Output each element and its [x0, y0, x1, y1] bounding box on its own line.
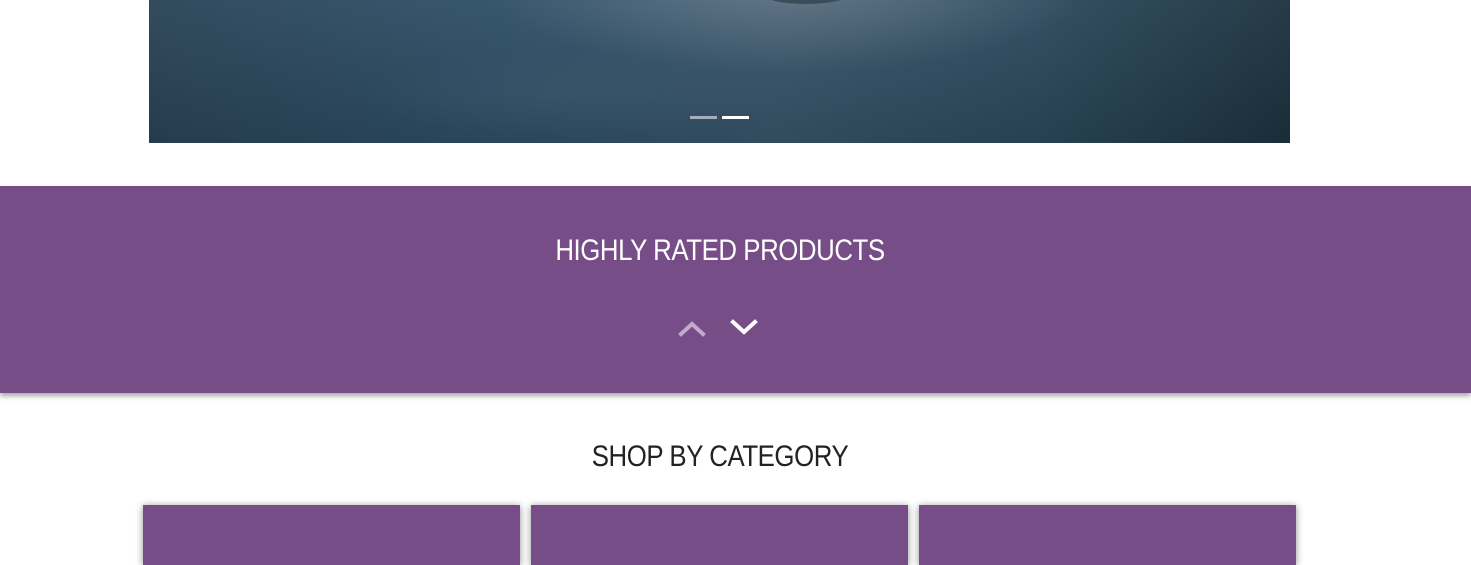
shop-by-category-title: SHOP BY CATEGORY	[591, 440, 849, 473]
highly-rated-section: HIGHLY RATED PRODUCTS	[0, 186, 1471, 393]
category-card[interactable]	[919, 505, 1296, 565]
highly-rated-controls	[677, 316, 759, 340]
carousel-indicators	[690, 116, 749, 119]
hero-image-object	[761, 0, 851, 4]
chevron-down-icon[interactable]	[729, 316, 759, 340]
chevron-up-icon[interactable]	[677, 316, 707, 340]
hero-carousel[interactable]	[149, 0, 1290, 143]
carousel-dot-1[interactable]	[690, 116, 717, 119]
category-card[interactable]	[531, 505, 908, 565]
carousel-dot-2[interactable]	[722, 116, 749, 119]
category-card[interactable]	[143, 505, 520, 565]
category-card-list	[143, 505, 1296, 565]
highly-rated-title: HIGHLY RATED PRODUCTS	[555, 234, 885, 267]
